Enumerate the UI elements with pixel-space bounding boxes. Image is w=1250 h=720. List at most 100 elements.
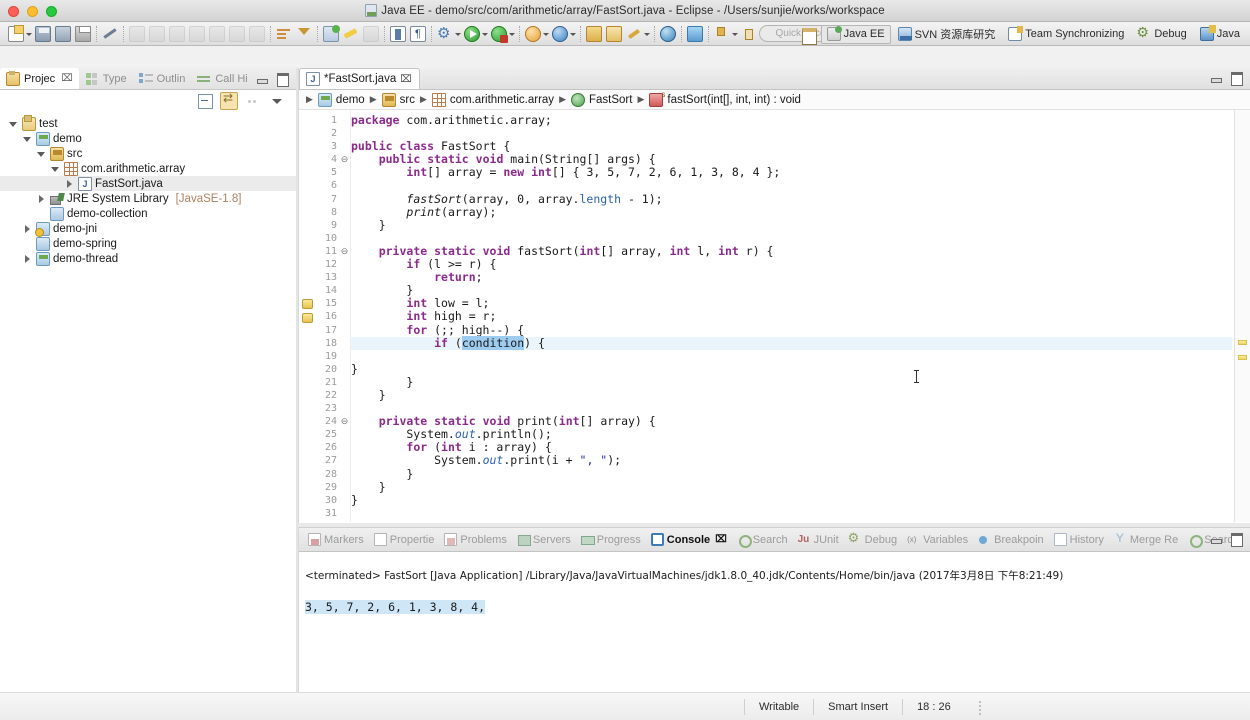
console-tab-history-11[interactable]: History — [1049, 528, 1109, 551]
run-button[interactable] — [462, 24, 482, 44]
overview-ruler[interactable] — [1234, 110, 1250, 522]
chevron-down-icon[interactable] — [22, 131, 33, 146]
tree-item-demo-collection[interactable]: demo-collection — [6, 206, 296, 221]
close-icon[interactable]: ⌧ — [715, 534, 727, 545]
code-line[interactable]: } — [351, 375, 1232, 389]
view-menu-button[interactable] — [268, 92, 286, 110]
console-tab-markers-0[interactable]: Markers — [303, 528, 369, 551]
code-line[interactable]: } — [351, 493, 1232, 507]
chevron-down-icon[interactable] — [732, 24, 739, 44]
toggle-block-selection-button[interactable] — [388, 24, 408, 44]
tree-item-demo-spring[interactable]: demo-spring — [6, 236, 296, 251]
chevron-right-icon[interactable] — [36, 191, 47, 206]
console-tab-problems-2[interactable]: Problems — [439, 528, 511, 551]
perspective-team-synchronizing[interactable]: Team Synchronizing — [1002, 25, 1130, 44]
new-java-project-button[interactable] — [584, 24, 604, 44]
perspective-svn-资源库研究[interactable]: SVN 资源库研究 — [892, 25, 1002, 44]
minimize-console-button[interactable] — [1208, 531, 1224, 545]
fold-toggle-icon[interactable]: ⊖ — [339, 153, 350, 166]
chevron-down-icon[interactable] — [570, 24, 577, 44]
console-tab-variables-9[interactable]: (x) Variables — [902, 528, 973, 551]
console-tab-debug-8[interactable]: Debug — [844, 528, 902, 551]
overview-warning-marker[interactable] — [1238, 340, 1247, 345]
fold-toggle-icon[interactable]: ⊖ — [339, 245, 350, 258]
chevron-right-icon[interactable] — [22, 251, 33, 266]
warning-marker-icon[interactable] — [301, 311, 313, 323]
left-tab-type[interactable]: Type — [79, 68, 133, 89]
close-icon[interactable]: ⌧ — [61, 73, 73, 84]
code-line[interactable]: } — [351, 362, 1232, 376]
console-output[interactable]: 3, 5, 7, 2, 6, 1, 3, 8, 4, — [303, 600, 1250, 614]
step-return-button[interactable] — [227, 24, 247, 44]
brush-button[interactable] — [341, 24, 361, 44]
chevron-down-icon[interactable] — [482, 24, 489, 44]
minimize-left-panel-button[interactable] — [254, 71, 270, 85]
warning-marker-icon[interactable] — [301, 297, 313, 310]
tree-item-src[interactable]: src — [6, 146, 296, 161]
maximize-editor-button[interactable] — [1228, 70, 1244, 86]
code-line[interactable]: } — [351, 218, 1232, 232]
external-tools-button[interactable] — [435, 24, 455, 44]
window-controls[interactable] — [8, 6, 57, 17]
console-tab-search-6[interactable]: Search — [732, 528, 793, 551]
maximize-console-button[interactable] — [1228, 531, 1244, 547]
left-tab-call-hi[interactable]: Call Hi — [191, 68, 253, 89]
code-line[interactable] — [351, 350, 1232, 363]
code-line[interactable]: } — [351, 388, 1232, 402]
breadcrumb-item-4[interactable]: FastSort — [570, 92, 632, 107]
chevron-down-icon[interactable] — [36, 146, 47, 161]
console-tab-servers-3[interactable]: Servers — [512, 528, 576, 551]
suspend-button[interactable] — [147, 24, 167, 44]
chevron-down-icon[interactable] — [509, 24, 516, 44]
save-all-button[interactable] — [53, 24, 73, 44]
tree-item-fastsort-java[interactable]: J FastSort.java — [0, 176, 296, 191]
quick-fix-button[interactable] — [624, 24, 644, 44]
save-button[interactable] — [33, 24, 53, 44]
code-editor[interactable]: 1 2 3 4 5 6 7 8 9 10 11 12 13 14 15 16 17 18 19 20 21 22 23 24 2… — [299, 110, 1250, 522]
perspective-java-ee[interactable]: Java EE — [820, 24, 891, 44]
tree-item-demo-jni[interactable]: demo-jni — [6, 221, 296, 237]
editor-tab-fastsort[interactable]: J *FastSort.java ⌧ — [299, 68, 420, 89]
code-line[interactable] — [351, 179, 1232, 192]
perspective-debug[interactable]: Debug — [1131, 24, 1192, 44]
perspective-java[interactable]: Java — [1194, 25, 1246, 44]
chevron-right-icon[interactable] — [22, 221, 33, 236]
code-line[interactable]: } — [351, 467, 1232, 481]
console-body[interactable]: <terminated> FastSort [Java Application]… — [299, 552, 1250, 692]
open-web-browser-button[interactable] — [658, 24, 678, 44]
tree-item-com-arithmetic-array[interactable]: com.arithmetic.array — [6, 161, 296, 176]
code-line[interactable]: print(array); — [351, 205, 1232, 219]
chevron-down-icon[interactable] — [644, 24, 651, 44]
console-tab-console-5[interactable]: Console ⌧ — [646, 528, 732, 551]
overview-warning-marker[interactable] — [1238, 355, 1247, 360]
collapse-all-button[interactable] — [196, 92, 214, 110]
disabled-button[interactable] — [361, 24, 381, 44]
maximize-left-panel-button[interactable] — [274, 71, 290, 87]
close-icon[interactable]: ⌧ — [400, 74, 412, 85]
code-line[interactable]: System.out.print(i + ", "); — [351, 454, 1232, 467]
step-over-button[interactable] — [207, 24, 227, 44]
close-window-button[interactable] — [8, 6, 19, 17]
chevron-down-icon[interactable] — [50, 161, 61, 176]
new-package-button[interactable] — [604, 24, 624, 44]
step-into-button[interactable] — [187, 24, 207, 44]
debug-button[interactable] — [489, 24, 509, 44]
drop-to-frame-button[interactable] — [247, 24, 267, 44]
print-button[interactable] — [73, 24, 93, 44]
code-line[interactable]: if (l >= r) { — [351, 257, 1232, 271]
marker-column[interactable] — [299, 110, 315, 522]
left-tab-projec[interactable]: Projec ⌧ — [0, 68, 79, 89]
console-tab-breakpoin-10[interactable]: Breakpoin — [973, 528, 1049, 551]
breadcrumb-item-2[interactable]: src — [381, 92, 415, 107]
minimize-window-button[interactable] — [27, 6, 38, 17]
link-with-editor-button[interactable] — [220, 91, 238, 110]
code-line[interactable]: int[] array = new int[] { 3, 5, 7, 2, 6,… — [351, 166, 1232, 179]
update-button[interactable] — [739, 24, 759, 44]
left-tab-outlin[interactable]: Outlin — [133, 68, 192, 89]
minimize-editor-button[interactable] — [1208, 70, 1224, 84]
code-line[interactable]: if (condition) { — [351, 335, 1232, 350]
breadcrumb-item-5[interactable]: fastSort(int[], int, int) : void — [649, 90, 801, 107]
commit-button[interactable] — [712, 24, 732, 44]
code-line[interactable]: for (;; high--) { — [351, 323, 1232, 337]
terminate-button[interactable] — [167, 24, 187, 44]
